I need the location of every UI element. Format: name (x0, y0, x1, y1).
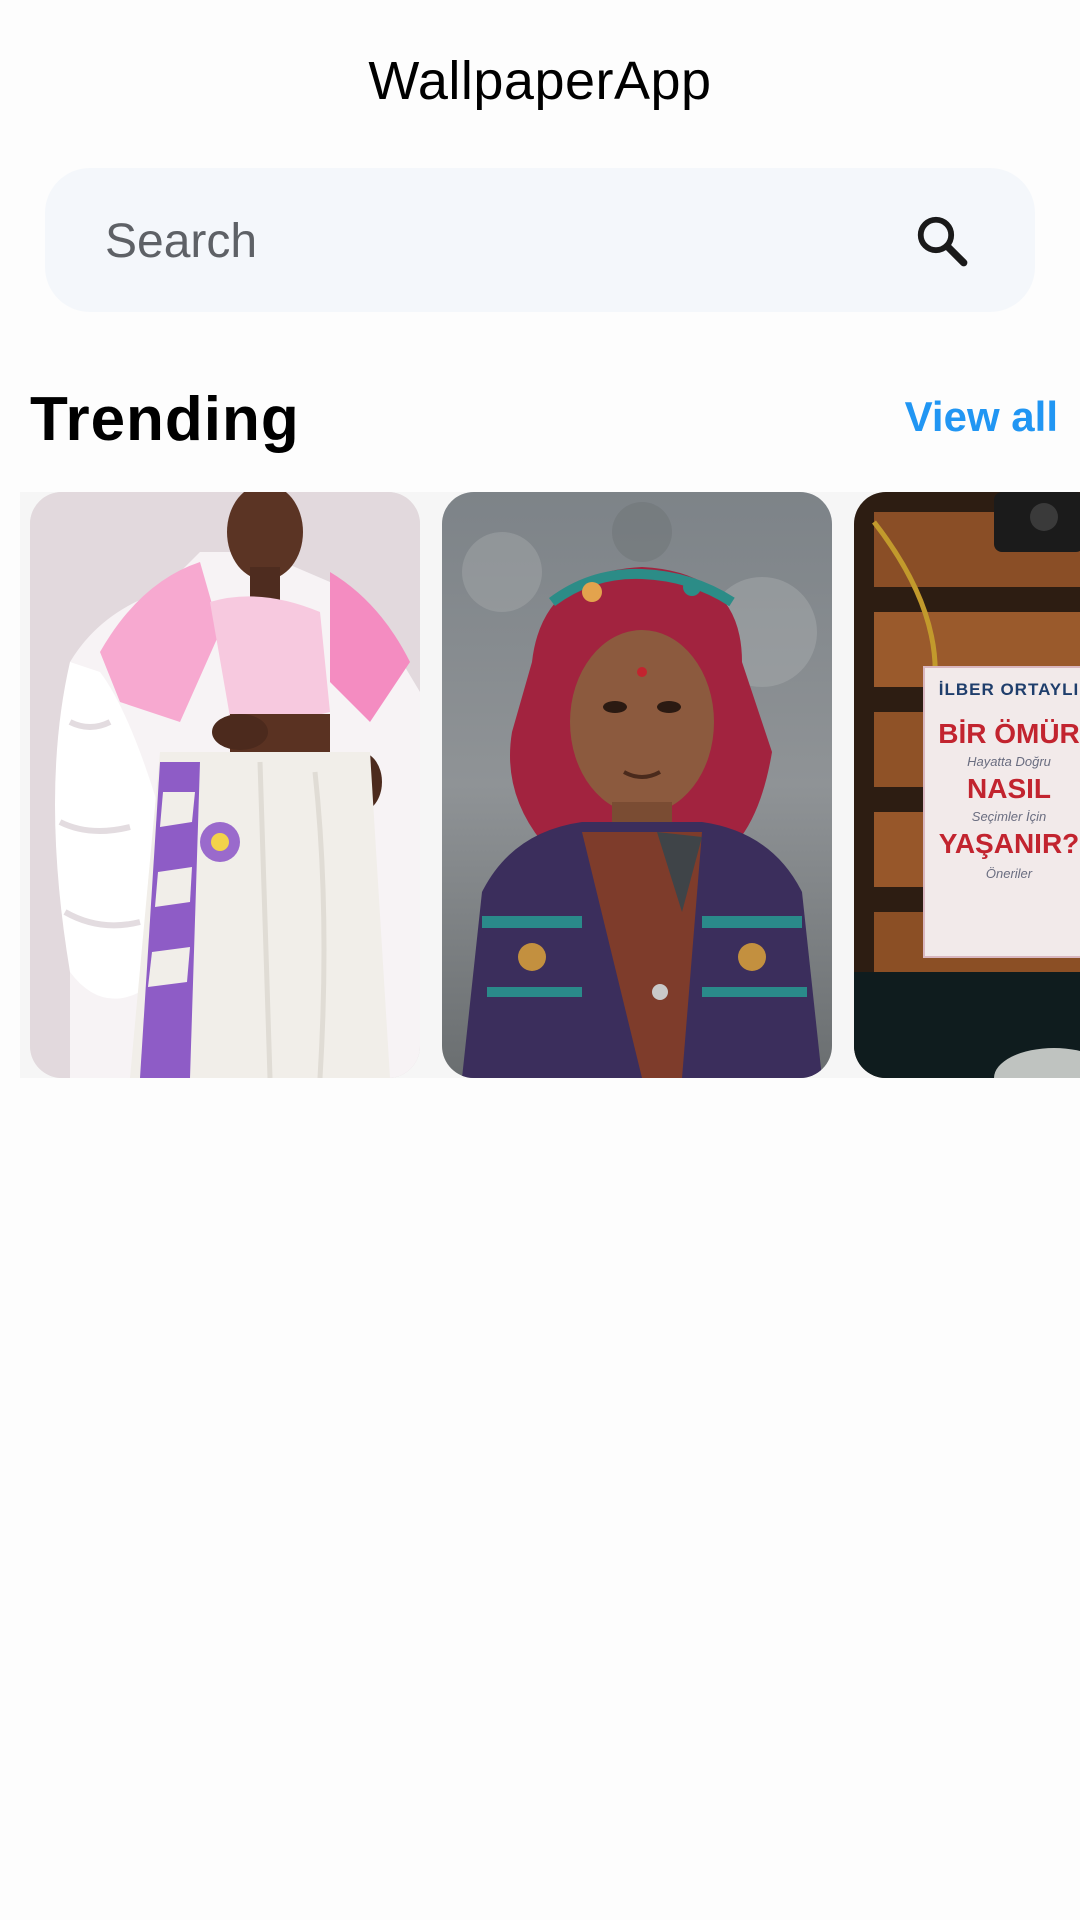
search-bar[interactable] (45, 168, 1035, 314)
wallpaper-image-portrait (442, 492, 832, 1078)
book-title-line2: NASIL (967, 773, 1051, 804)
wallpaper-card-2[interactable] (442, 492, 832, 1078)
app-title: WallpaperApp (368, 51, 712, 111)
app-screen: WallpaperApp Trending View all (0, 0, 1080, 1920)
book-cover-text: İLBER ORTAYLI BİR ÖMÜR Hayatta Doğru NAS… (934, 680, 1080, 881)
view-all-link[interactable]: View all (905, 393, 1058, 441)
book-title-line1: BİR ÖMÜR (938, 718, 1080, 749)
book-title-line3: YAŞANIR? (938, 828, 1080, 859)
wallpaper-image-fashion (30, 492, 420, 1078)
book-author: İLBER ORTAYLI (938, 680, 1080, 699)
search-icon[interactable] (913, 212, 971, 270)
book-subtitle-2: Seçimler İçin (971, 809, 1047, 824)
book-subtitle-1: Hayatta Doğru (967, 754, 1051, 769)
wallpaper-card-3[interactable]: İLBER ORTAYLI BİR ÖMÜR Hayatta Doğru NAS… (854, 492, 1080, 1078)
trending-title: Trending (30, 385, 300, 454)
search-input[interactable] (103, 168, 887, 314)
wallpaper-card-1[interactable] (30, 492, 420, 1078)
book-subtitle-3: Öneriler (985, 866, 1033, 881)
trending-carousel[interactable]: İLBER ORTAYLI BİR ÖMÜR Hayatta Doğru NAS… (20, 492, 1080, 1078)
